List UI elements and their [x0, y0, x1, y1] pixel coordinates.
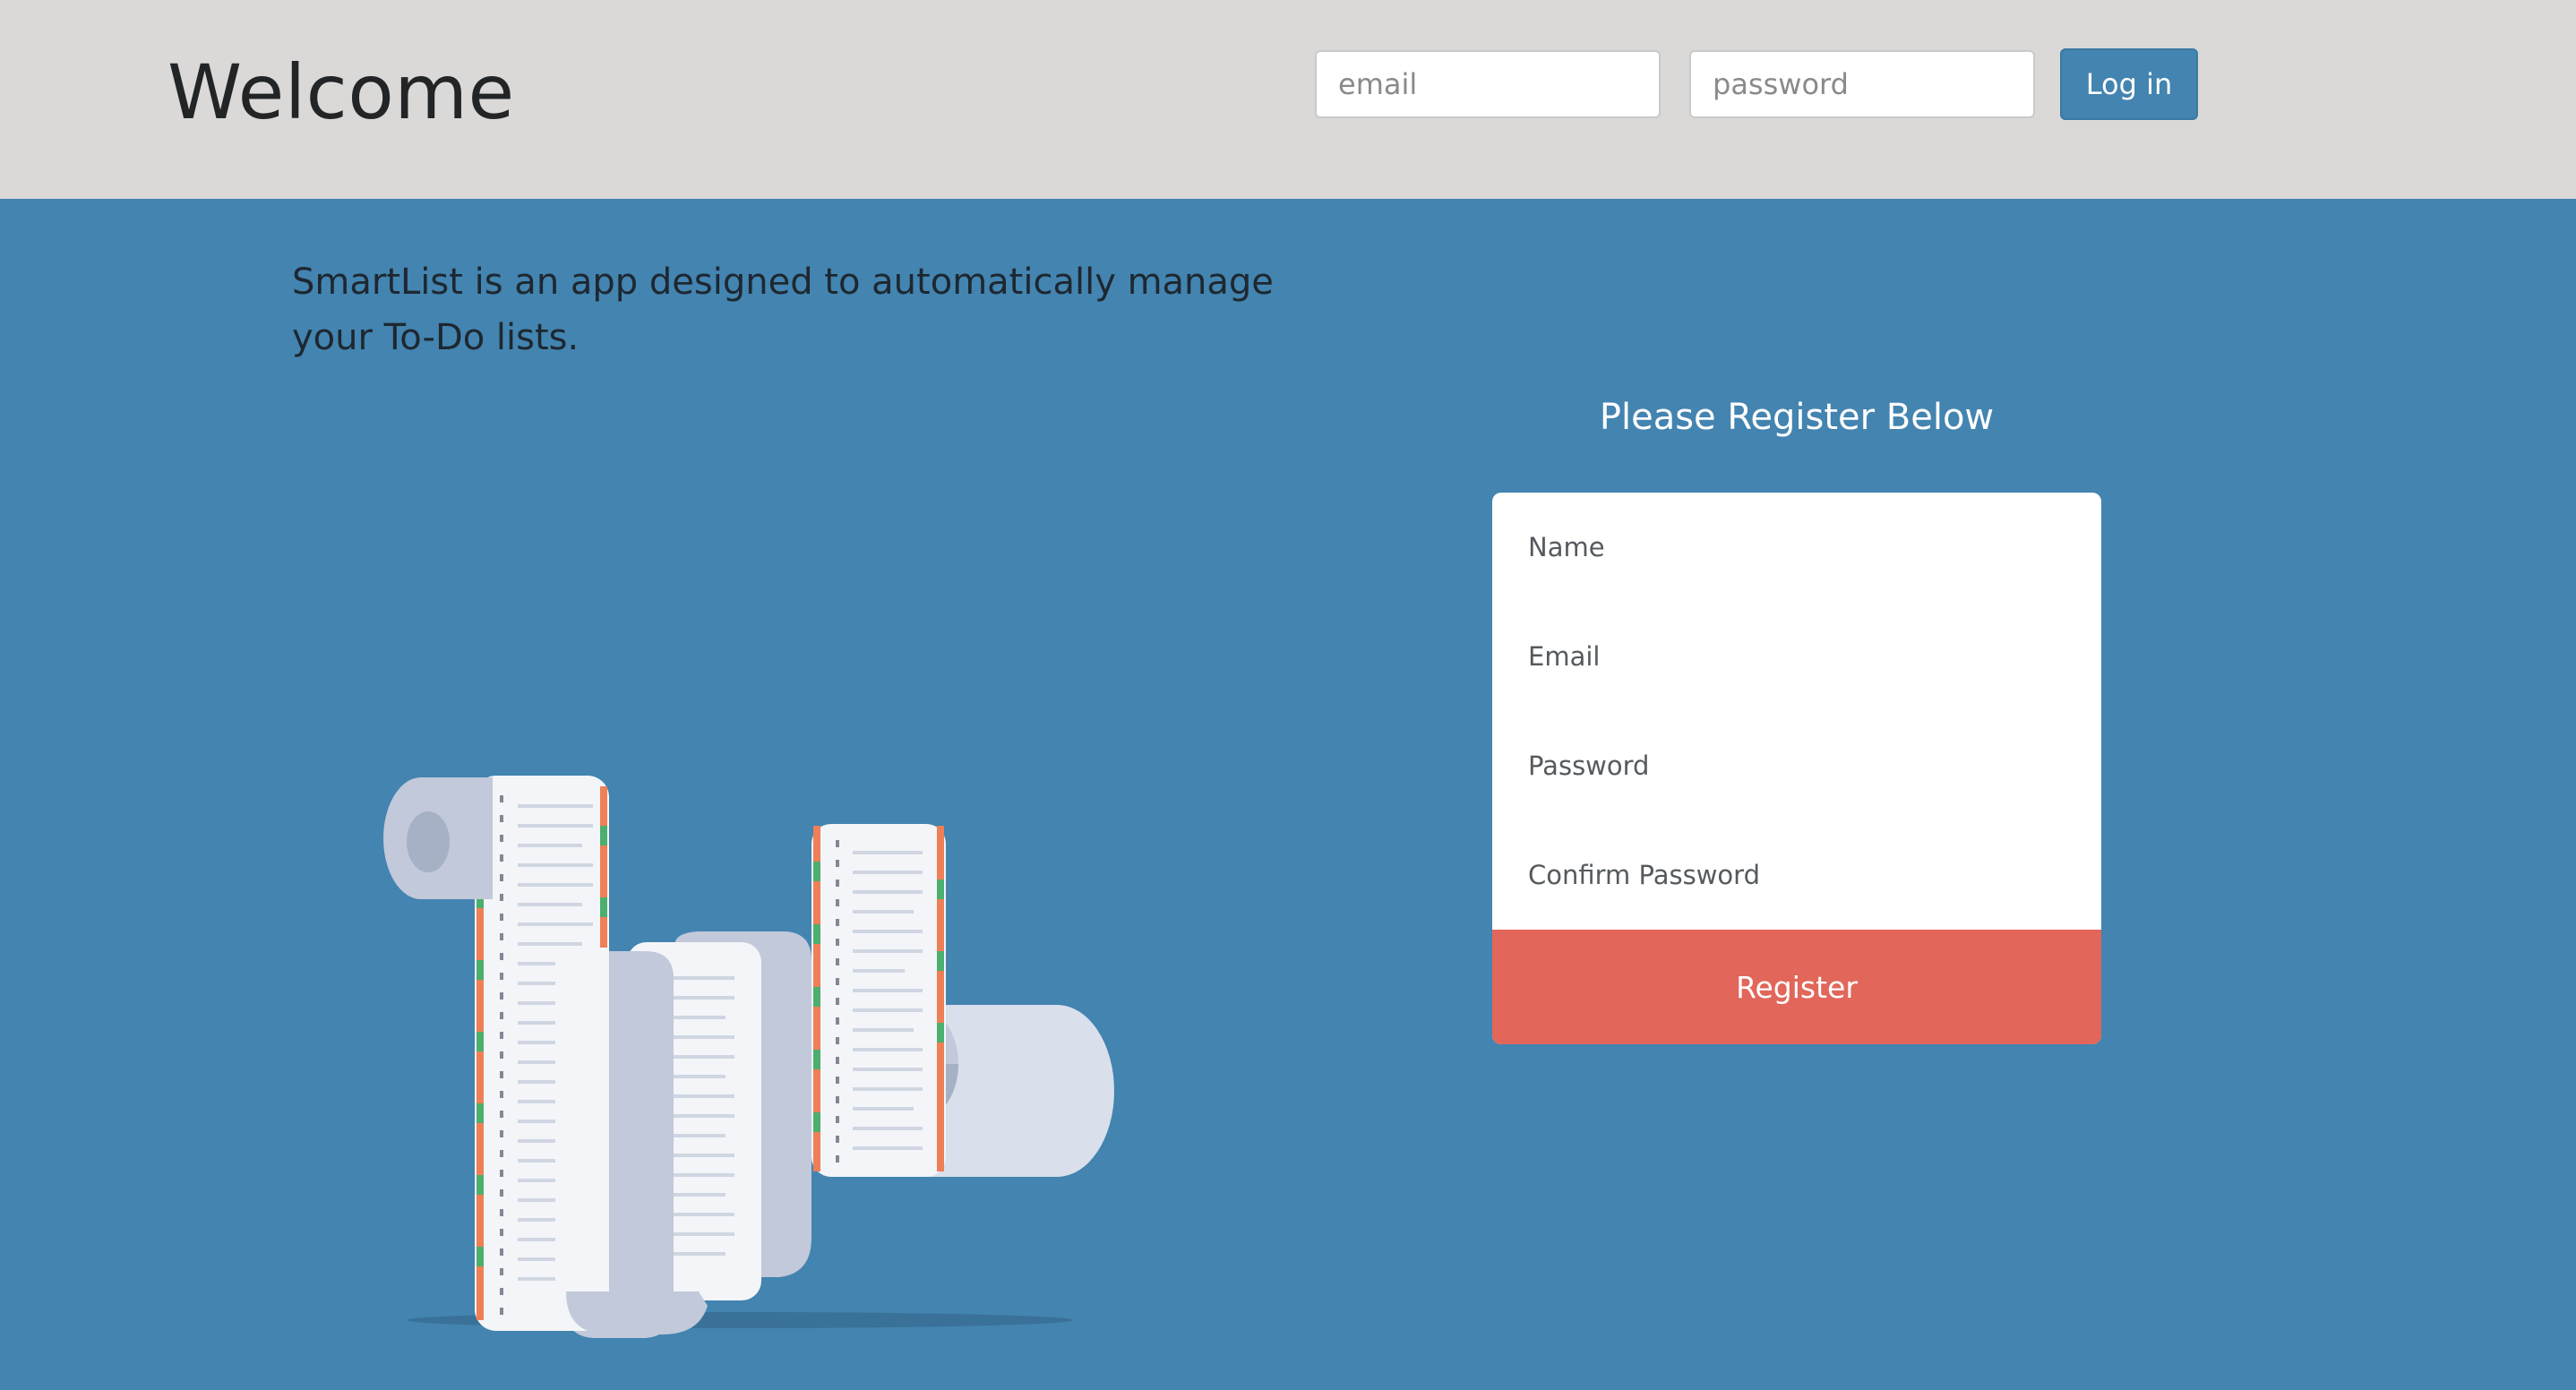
receipt-scroll-icon — [383, 776, 1114, 1338]
registration-form: Register — [1492, 493, 2101, 1044]
password-field[interactable] — [1492, 711, 2101, 820]
page-title: Welcome — [167, 48, 515, 136]
main-content: SmartList is an app designed to automati… — [0, 199, 2576, 1390]
register-heading: Please Register Below — [1599, 397, 1995, 438]
register-button[interactable]: Register — [1492, 930, 2101, 1044]
receipt-scroll-illustration — [358, 557, 1146, 1345]
confirm-password-field[interactable] — [1492, 820, 2101, 930]
login-password-input[interactable] — [1689, 50, 2035, 118]
login-email-input[interactable] — [1315, 50, 1661, 118]
email-field[interactable] — [1492, 602, 2101, 711]
app-description: SmartList is an app designed to automati… — [292, 262, 1274, 358]
top-navbar: Welcome Log in — [0, 0, 2576, 199]
name-field[interactable] — [1492, 493, 2101, 602]
login-button[interactable]: Log in — [2060, 48, 2198, 120]
